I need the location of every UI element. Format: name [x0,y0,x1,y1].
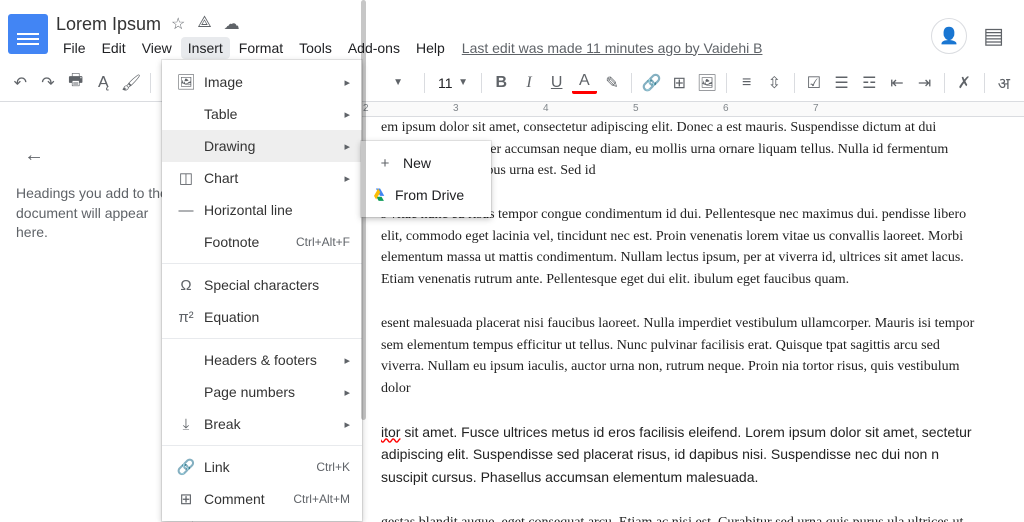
bold-button[interactable]: B [489,70,514,96]
drive-icon [373,188,389,202]
italic-button[interactable]: I [517,70,542,96]
cloud-status-icon: ☁ [224,14,240,34]
drawing-new[interactable]: +New [361,147,491,179]
paragraph: s vitae nunc eu risus tempor congue cond… [381,204,984,291]
insert-image[interactable]: 🖼Image▸ [162,66,362,98]
increase-indent-icon[interactable]: ⇥ [912,70,937,96]
outline-placeholder: Headings you add to the document will ap… [16,184,176,243]
docs-logo-icon[interactable] [8,14,48,54]
align-icon[interactable]: ≡ [734,70,759,96]
font-size[interactable]: 11▼ [432,70,474,96]
move-icon[interactable]: ⟁ [197,14,211,34]
menu-addons[interactable]: Add-ons [341,37,407,59]
link-icon[interactable]: 🔗 [639,70,664,96]
bulleted-list-icon[interactable]: ☰ [829,70,854,96]
insert-table[interactable]: Table▸ [162,98,362,130]
insert-drawing[interactable]: Drawing▸ [162,130,362,162]
present-icon[interactable]: 👤 [931,18,967,54]
star-icon[interactable]: ☆ [171,14,185,34]
line-spacing-icon[interactable]: ⇳ [762,70,787,96]
insert-chart[interactable]: ◫Chart▸ [162,162,362,194]
paragraph: gestas blandit augue, eget consequat arc… [381,512,984,522]
last-edit-link[interactable]: Last edit was made 11 minutes ago by Vai… [462,40,763,56]
insert-horizontal-line[interactable]: —Horizontal line [162,194,362,226]
toolbar: ↶ ↷ 🖶 Ą 🖌 ▼ 11▼ B I U A ✎ 🔗 ⊞ 🖼 ≡ ⇳ ☑ ☰ … [0,64,1024,102]
menu-file[interactable]: File [56,37,93,59]
redo-icon[interactable]: ↷ [36,70,61,96]
paint-format-icon[interactable]: 🖌 [119,70,144,96]
input-tools-icon[interactable]: अ [992,70,1017,96]
paragraph: itor sit amet. Fusce ultrices metus id e… [381,422,984,490]
menu-tools[interactable]: Tools [292,37,339,59]
menu-edit[interactable]: Edit [95,37,133,59]
insert-headers-footers[interactable]: Headers & footers▸ [162,344,362,376]
underline-button[interactable]: U [544,70,569,96]
menu-format[interactable]: Format [232,37,290,59]
menu-help[interactable]: Help [409,37,452,59]
outline-back-icon[interactable]: ← [24,144,44,167]
numbered-list-icon[interactable]: ☲ [857,70,882,96]
text-color-icon[interactable]: A [572,72,597,94]
document-title[interactable]: Lorem Ipsum [56,14,161,35]
insert-menu-dropdown: 🖼Image▸ Table▸ Drawing▸ ◫Chart▸ —Horizon… [162,60,362,521]
spellcheck-icon[interactable]: Ą [91,70,116,96]
menu-scrollbar[interactable] [361,0,366,420]
image-icon[interactable]: 🖼 [695,70,720,96]
undo-icon[interactable]: ↶ [8,70,33,96]
checklist-icon[interactable]: ☑ [802,70,827,96]
insert-break[interactable]: ⤓Break▸ [162,408,362,440]
decrease-indent-icon[interactable]: ⇤ [885,70,910,96]
clear-format-icon[interactable]: ✗ [952,70,977,96]
insert-equation[interactable]: π²Equation [162,301,362,333]
drawing-submenu: +New From Drive [361,141,491,217]
menu-insert[interactable]: Insert [181,37,230,59]
paragraph: esent malesuada placerat nisi faucibus l… [381,313,984,400]
insert-page-numbers[interactable]: Page numbers▸ [162,376,362,408]
menu-view[interactable]: View [135,37,179,59]
insert-special-characters[interactable]: ΩSpecial characters [162,269,362,301]
add-comment-icon[interactable]: ⊞ [667,70,692,96]
insert-comment[interactable]: ⊞CommentCtrl+Alt+M [162,483,362,515]
insert-link[interactable]: 🔗LinkCtrl+K [162,451,362,483]
zoom-select[interactable]: ▼ [387,70,417,96]
insert-footnote[interactable]: FootnoteCtrl+Alt+F [162,226,362,258]
plus-icon: + [373,155,397,172]
print-icon[interactable]: 🖶 [63,70,88,96]
highlight-icon[interactable]: ✎ [600,70,625,96]
comments-icon[interactable]: ▤ [983,23,1004,49]
drawing-from-drive[interactable]: From Drive [361,179,491,211]
